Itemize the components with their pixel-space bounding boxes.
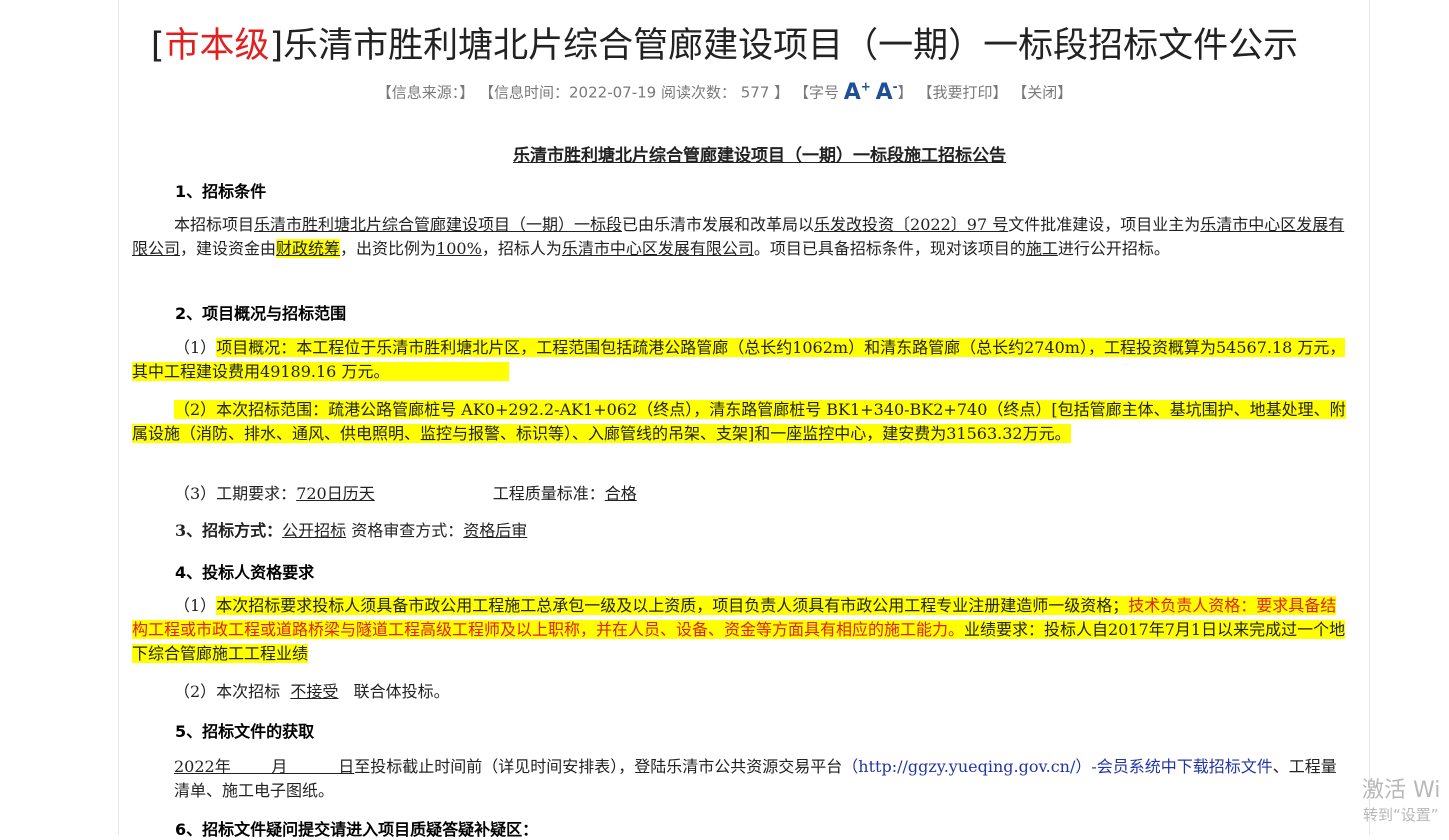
s1-text-f: ，招标人为	[481, 239, 562, 258]
section-2-item-2: （2）本次招标范围：疏港公路管廊桩号 AK0+292.2-AK1+062（终点）…	[132, 398, 1347, 446]
period-value: 720日历天	[296, 484, 375, 503]
tenderer: 乐清市中心区发展有限公司	[561, 239, 754, 258]
s4-2-text-a: （2）本次招标	[174, 682, 281, 701]
s5-text-a: 至投标截止时间前（详见时间安排表），登陆乐清市公共资源交易平台	[354, 757, 843, 776]
budget-total: 54567.18	[1215, 338, 1293, 357]
info-bar: 【信息来源：】 【信息时间：2022-07-19 阅读次数： 577 】 【字号…	[0, 80, 1449, 105]
s2-1-prefix: （1）	[174, 338, 217, 357]
project-name: 乐清市胜利塘北片综合管廊建设项目（一期）一标段	[254, 215, 623, 234]
s2-1-end: 万元。	[336, 362, 382, 381]
read-count: 577	[740, 83, 770, 102]
info-time-close: 】	[774, 83, 790, 102]
page-title: [市本级]乐清市胜利塘北片综合管廊建设项目（一期）一标段招标文件公示	[150, 26, 1299, 66]
tender-scope: 施工	[1025, 239, 1058, 258]
activation-watermark-hint: 转到“设置”	[1363, 806, 1439, 824]
section-4-title: 4、投标人资格要求	[175, 563, 315, 582]
s4-1-prefix: （1）	[174, 596, 217, 615]
qualification-requirement: 本次招标要求投标人须具备市政公用工程施工总承包一级及以上资质，项目负责人须具有市…	[216, 596, 1129, 615]
s1-text-h: 进行公开招标。	[1057, 239, 1170, 258]
period-label: （3）工期要求：	[174, 484, 297, 503]
document-body: 乐清市胜利塘北片综合管廊建设项目（一期）一标段施工招标公告	[132, 138, 1347, 166]
section-4-item-1: （1）本次招标要求投标人须具备市政公用工程施工总承包一级及以上资质，项目负责人须…	[132, 594, 1347, 666]
section-2-item-3: （3）工期要求：720日历天 工程质量标准：合格	[132, 482, 1347, 506]
project-overview: 项目概况：本工程位于乐清市胜利塘北片区，工程范围包括疏港公路管廊（总长约1062…	[216, 338, 1216, 357]
s1-text-e: ，出资比例为	[340, 239, 437, 258]
fund-ratio: 100%	[436, 239, 482, 258]
s1-text-a: 本招标项目	[174, 215, 255, 234]
s4-2-text-b: 联合体投标。	[353, 682, 450, 701]
review-label: 资格审查方式：	[351, 521, 464, 540]
info-time: 【信息时间：2022-07-19 阅读次数：	[479, 83, 736, 102]
consortium-accept: 不接受	[290, 682, 339, 701]
section-4-item-2: （2）本次招标 不接受 联合体投标。	[132, 680, 1347, 704]
fund-source: 财政统筹	[276, 239, 341, 258]
font-increase-icon[interactable]: A+	[844, 80, 871, 105]
close-link[interactable]: 【关闭】	[1012, 83, 1072, 101]
font-decrease-icon[interactable]: A-	[876, 80, 898, 105]
s1-text-d: ，建设资金由	[180, 239, 277, 258]
section-6-title: 6、招标文件疑问提交请进入项目质疑答疑补疑区：	[175, 820, 539, 839]
font-decrease-glyph: A	[875, 80, 893, 106]
section-3-title: 3、招标方式：	[175, 521, 283, 540]
section-5-paragraph: 2022年 月 日至投标截止时间前（详见时间安排表），登陆乐清市公共资源交易平台…	[132, 755, 1347, 803]
approval-doc: 乐发改投资〔2022〕97 号	[814, 215, 1009, 234]
font-size-close: 】	[897, 83, 913, 102]
section-2-title: 2、项目概况与招标范围	[175, 304, 347, 323]
s1-text-c: 文件批准建设，项目业主为	[1008, 215, 1201, 234]
tender-method: 公开招标	[282, 521, 347, 540]
build-cost: 49189.16	[260, 362, 337, 381]
review-method: 资格后审	[463, 521, 528, 540]
download-date: 2022年 月 日	[174, 757, 355, 776]
section-3: 3、招标方式：公开招标 资格审查方式：资格后审	[132, 519, 1347, 543]
font-size-label: 【字号	[793, 83, 839, 102]
tender-range: （2）本次招标范围：疏港公路管廊桩号 AK0+292.2-AK1+062（终点）…	[132, 400, 1346, 443]
section-5-title: 5、招标文件的获取	[175, 722, 315, 741]
quality-label: 工程质量标准：	[492, 484, 605, 503]
info-source: 【信息来源：】	[376, 83, 475, 102]
quality-value: 合格	[604, 484, 637, 503]
section-1-paragraph: 本招标项目乐清市胜利塘北片综合管廊建设项目（一期）一标段已由乐清市发展和改革局以…	[132, 213, 1347, 261]
platform-link[interactable]: （http://ggzy.yueqing.gov.cn/）-会员系统中下载招标文…	[842, 757, 1272, 776]
section-1-title: 1、招标条件	[175, 182, 267, 201]
print-link[interactable]: 【我要打印】	[917, 83, 1007, 101]
s1-text-g: 。项目已具备招标条件，现对该项目的	[753, 239, 1026, 258]
section-2-item-1: （1）项目概况：本工程位于乐清市胜利塘北片区，工程范围包括疏港公路管廊（总长约1…	[132, 336, 1347, 384]
title-level-tag: 市本级	[164, 26, 270, 66]
activation-watermark: 激活 Wi	[1362, 778, 1441, 803]
font-increase-glyph: A	[843, 80, 861, 106]
notice-heading: 乐清市胜利塘北片综合管廊建设项目（一期）一标段施工招标公告	[513, 146, 1006, 166]
s1-text-b: 已由乐清市发展和改革局以	[622, 215, 815, 234]
title-text: 乐清市胜利塘北片综合管廊建设项目（一期）一标段招标文件公示	[283, 26, 1299, 66]
